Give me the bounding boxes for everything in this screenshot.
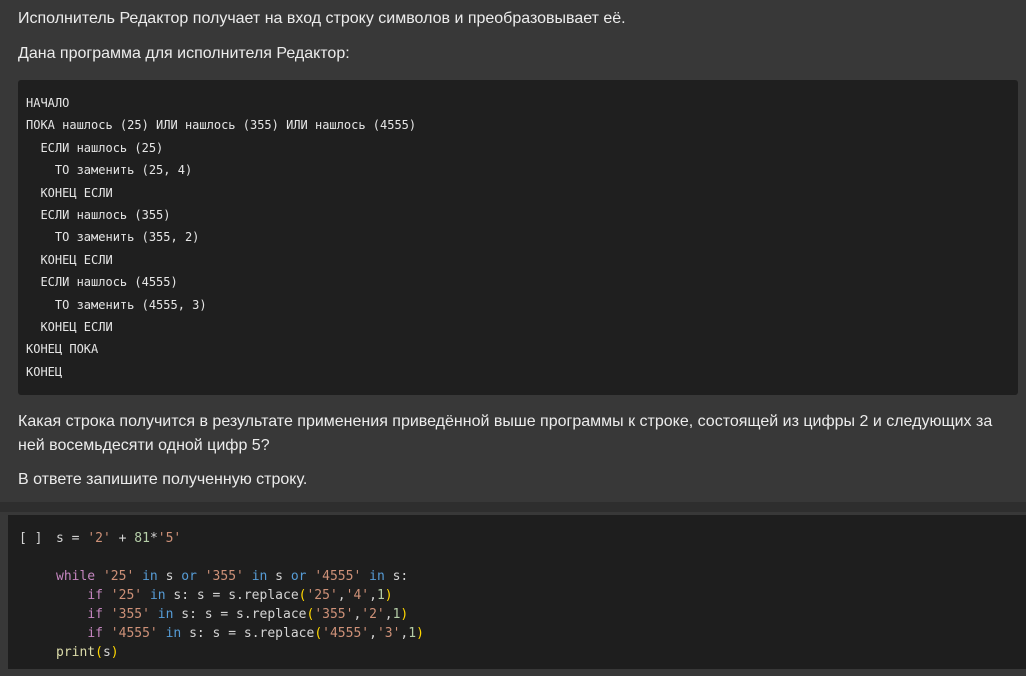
code-token: '355' [204,569,244,584]
code-token: ( [95,645,103,660]
code-token: 1 [376,588,385,603]
program-line: ТО заменить (25, 4) [26,163,193,178]
code-token: if [87,588,103,603]
code-token: ) [400,607,409,622]
code-token: or [181,569,197,584]
code-token: '4555' [314,569,362,584]
code-token: '3' [376,626,401,641]
program-line: НАЧАЛО [26,96,70,110]
code-token: , [369,626,377,641]
run-cell-button[interactable]: [ ] [19,529,42,548]
cell-divider [0,502,1026,512]
code-token: s [102,645,111,660]
program-code-block: НАЧАЛО ПОКА нашлось (25) ИЛИ нашлось (355… [18,80,1018,395]
code-token: '4555' [322,626,370,641]
program-line: ЕСЛИ нашлось (25) [26,140,164,155]
code-editor-content[interactable]: s = '2' + 81*'5' while '25' in s or '355'… [56,529,424,662]
code-token: '355' [314,607,354,622]
code-token: in [142,569,158,584]
code-token: ( [314,626,323,641]
code-line: print(s) [56,643,424,662]
program-line: ПОКА нашлось (25) ИЛИ нашлось (355) ИЛИ … [26,118,417,133]
code-line: s = '2' + 81*'5' [56,529,424,548]
answer-prompt-text: В ответе запишите полученную строку. [18,471,308,488]
code-token: '4555' [110,626,158,641]
code-token: '25' [102,569,135,584]
program-line: КОНЕЦ ПОКА [26,342,99,357]
program-line: КОНЕЦ ЕСЛИ [26,185,113,200]
question-text: Какая строка получится в результате прим… [18,413,997,454]
code-token: in [149,588,166,603]
code-token: s: s = s.replace [173,607,307,622]
code-token: ) [416,626,424,641]
code-token: s: s = s.replace [181,626,315,641]
code-token: if [87,607,103,622]
code-token: '2' [361,607,385,622]
code-token: '25' [110,588,143,603]
code-token: in [251,569,268,584]
code-cell[interactable]: [ ] s = '2' + 81*'5' while '25' in s or '… [0,512,1026,676]
code-token: in [165,626,182,641]
code-token: , [337,588,346,603]
code-token: 81 [134,531,150,546]
code-token: s [267,569,291,584]
code-token: s: s = s.replace [165,588,299,603]
code-token: '355' [110,607,150,622]
code-token: print [56,645,96,660]
code-token: '5' [157,531,182,546]
code-token: if [87,626,103,641]
code-token: s = [56,531,88,546]
code-token: in [369,569,385,584]
program-line: ТО заменить (4555, 3) [26,297,207,312]
code-token: ) [384,588,393,603]
code-token: , [369,588,377,603]
code-token: '25' [306,588,338,603]
code-line: while '25' in s or '355' in s or '4555' … [56,567,424,586]
program-line: ЕСЛИ нашлось (4555) [26,275,178,290]
code-line: if '4555' in s: s = s.replace('4555','3'… [56,624,424,643]
code-token: in [157,607,174,622]
code-token: s [157,569,182,584]
program-intro-text: Дана программа для исполнителя Редактор: [18,45,350,62]
code-token: while [56,569,103,584]
program-line: КОНЕЦ [26,364,63,379]
code-token: or [290,569,307,584]
program-line: КОНЕЦ ЕСЛИ [26,252,113,267]
code-token: 1 [408,626,417,641]
code-token: ) [110,645,119,660]
code-token: '2' [87,531,111,546]
program-line: ТО заменить (355, 2) [26,230,200,245]
program-code-lines: НАЧАЛО ПОКА нашлось (25) ИЛИ нашлось (355… [26,92,416,383]
code-line: if '25' in s: s = s.replace('25','4',1) [56,586,424,605]
code-token: '4' [345,588,370,603]
code-token: s: [384,569,409,584]
text-cell[interactable]: Исполнитель Редактор получает на вход ст… [0,0,1026,502]
task-intro-text: Исполнитель Редактор получает на вход ст… [18,10,626,27]
program-line: ЕСЛИ нашлось (355) [26,207,171,222]
code-token: + [110,531,135,546]
program-line: КОНЕЦ ЕСЛИ [26,319,113,334]
code-editor[interactable]: [ ] s = '2' + 81*'5' while '25' in s or '… [8,515,1026,669]
code-line: if '355' in s: s = s.replace('355','2',1… [56,605,424,624]
code-token: * [149,531,158,546]
code-token: , [384,607,393,622]
